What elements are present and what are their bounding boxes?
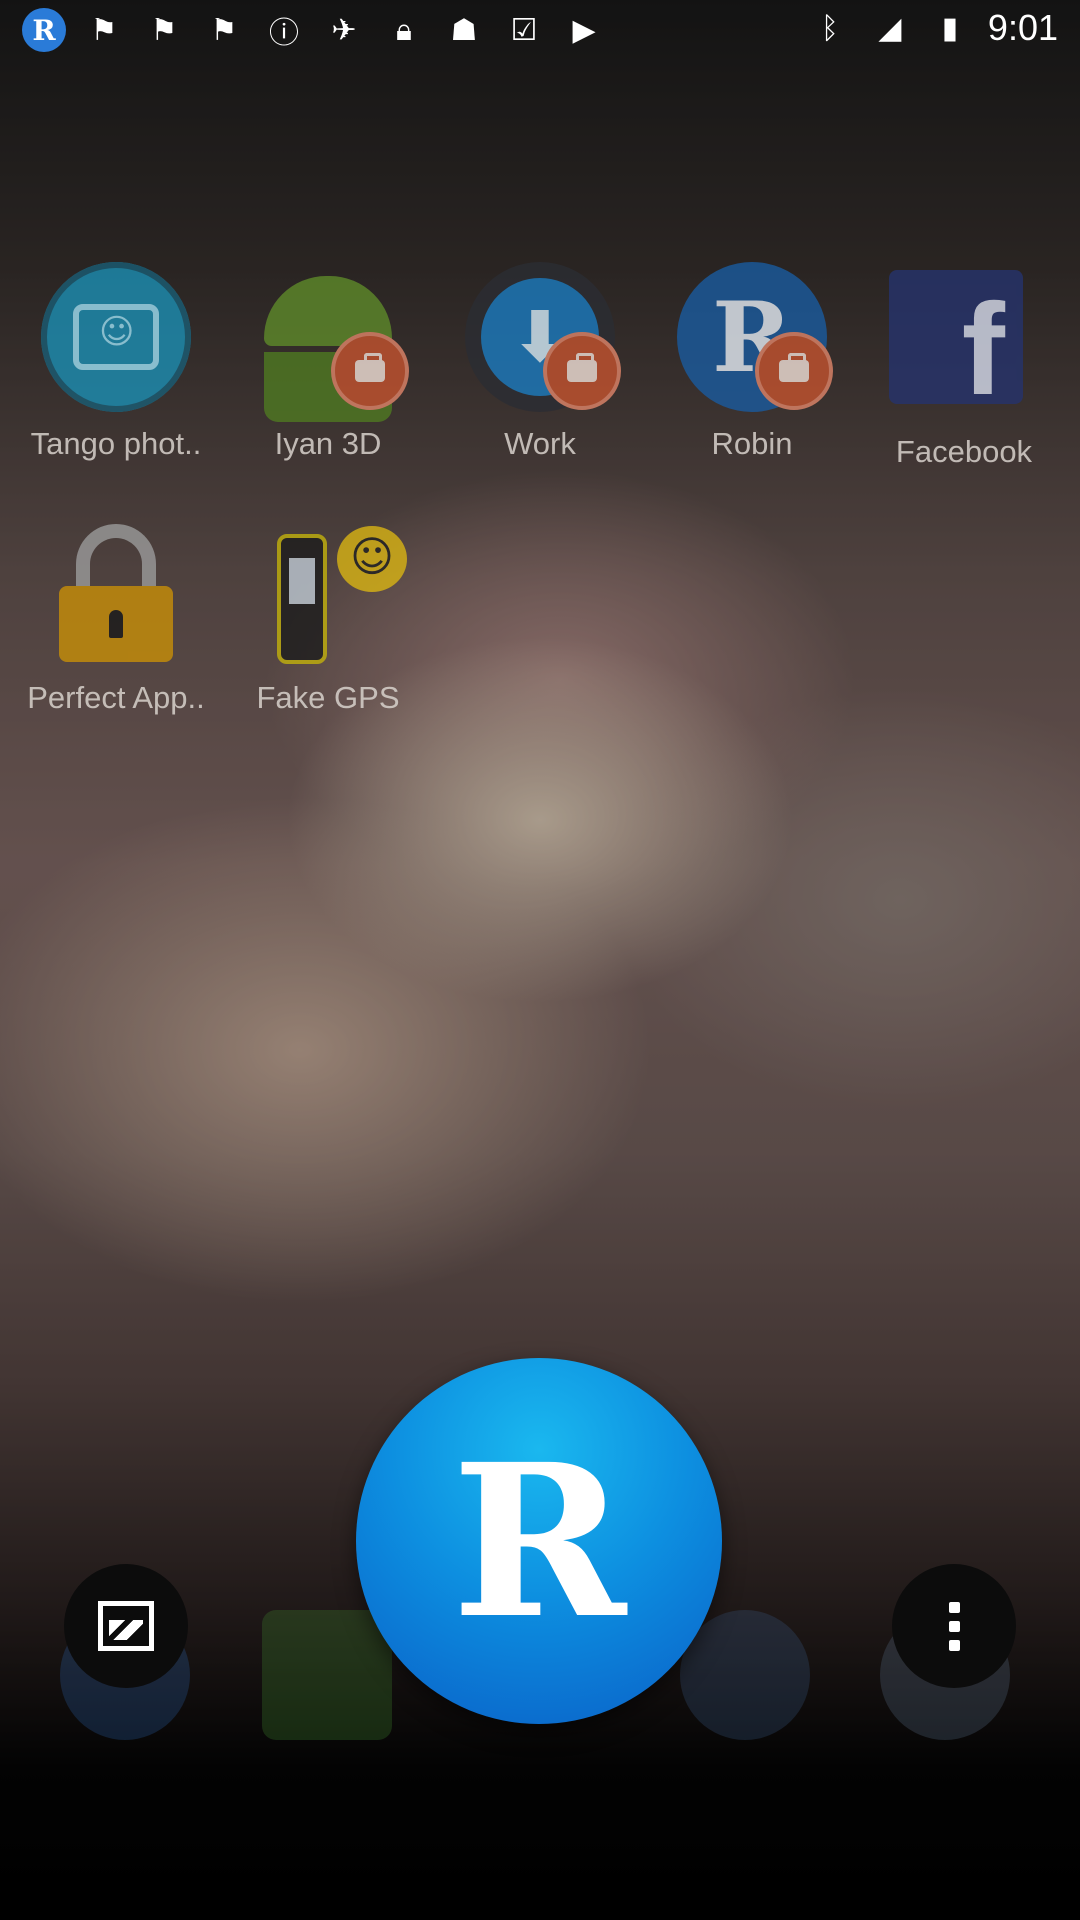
clock: 9:01 xyxy=(987,7,1058,48)
dock-messages-icon xyxy=(262,1610,392,1740)
tango-camera-icon xyxy=(41,262,191,412)
fake-gps-icon: ⚑ xyxy=(150,12,178,48)
play-store-icon: ▶ xyxy=(572,12,596,48)
app-perfect-app-protector[interactable]: Perfect App.. xyxy=(16,516,216,716)
app-label: Work xyxy=(504,426,576,461)
lock-icon: 🔒︎ xyxy=(396,12,412,48)
robin-app-icon: R xyxy=(22,8,66,52)
facebook-icon-wrap: f xyxy=(889,270,1039,420)
fake-gps-icon: ⚑ xyxy=(90,12,118,48)
app-tango-photo[interactable]: Tango phot.. xyxy=(16,262,216,462)
download-icon: ⬇ xyxy=(465,262,621,412)
app-label: Fake GPS xyxy=(256,680,400,715)
app-label: Facebook xyxy=(895,434,1033,469)
satellite-icon: ✈ xyxy=(331,12,357,48)
more-options-button[interactable] xyxy=(892,1564,1016,1688)
app-label: Tango phot.. xyxy=(30,426,202,461)
app-label: Iyan 3D xyxy=(274,426,382,461)
work-badge-icon xyxy=(543,332,621,410)
app-iyan-3d[interactable]: Iyan 3D xyxy=(228,262,428,462)
facebook-icon: f xyxy=(889,270,1023,404)
robin-launch-button[interactable]: R xyxy=(356,1358,722,1724)
wallpaper-icon xyxy=(98,1601,154,1651)
padlock-icon xyxy=(41,516,191,666)
app-work[interactable]: ⬇ Work xyxy=(440,262,640,462)
app-label: Perfect App.. xyxy=(27,680,205,715)
work-badge-icon xyxy=(331,332,409,410)
app-robin[interactable]: R Robin xyxy=(652,262,852,462)
dock-browser-icon xyxy=(680,1610,810,1740)
wallpaper-button[interactable] xyxy=(64,1564,188,1688)
fake-gps-icon: ⚑ xyxy=(210,12,238,48)
work-badge-icon xyxy=(755,332,833,410)
info-icon: ⓘ xyxy=(269,16,299,51)
checklist-icon: ☑ xyxy=(510,12,538,48)
signal-icon: ◢ xyxy=(878,10,902,46)
robin-logo-letter: R xyxy=(451,1417,627,1665)
app-label: Robin xyxy=(711,426,793,461)
app-facebook[interactable]: f Facebook xyxy=(864,262,1064,470)
battery-icon: ▮ xyxy=(941,10,959,46)
bluetooth-icon: ᛒ xyxy=(820,10,839,46)
app-fake-gps[interactable]: ☺ Fake GPS xyxy=(228,516,428,716)
gps-device-icon: ☺ xyxy=(253,516,407,666)
status-bar: R ⚑ ⚑ ⚑ ⓘ ✈ 🔒︎ ☗ ☑ ▶ ᛒ ◢ ▮ 9:01 xyxy=(0,0,1080,64)
robin-icon: R xyxy=(677,262,833,412)
more-vert-icon xyxy=(948,1601,960,1651)
android-icon: ☗ xyxy=(450,12,478,48)
android-icon xyxy=(253,262,409,422)
